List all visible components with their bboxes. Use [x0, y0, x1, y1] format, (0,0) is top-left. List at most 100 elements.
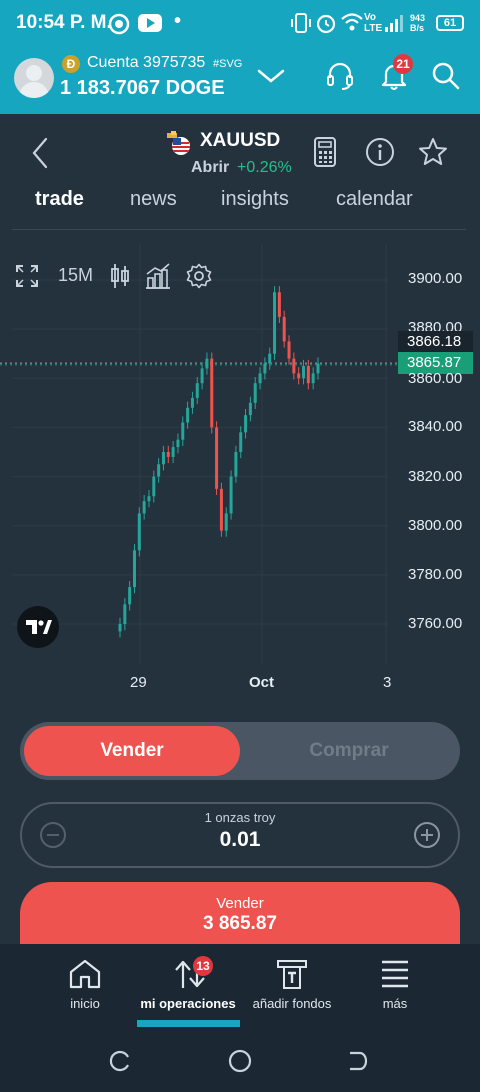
- back-arrow-icon[interactable]: [28, 136, 52, 170]
- star-icon[interactable]: [417, 136, 449, 168]
- candle-body: [229, 476, 233, 514]
- x-tick: 3: [383, 674, 392, 691]
- candle-body: [200, 368, 204, 384]
- active-tab-indicator: [137, 1020, 240, 1027]
- candle-body: [224, 513, 228, 531]
- signal-icon: [385, 15, 403, 32]
- tab-trade[interactable]: trade: [35, 188, 84, 211]
- net-speed-unit: B/s: [410, 23, 425, 33]
- sell-action-button[interactable]: Vender 3 865.87: [20, 882, 460, 944]
- instrument-symbol: XAUUSD: [200, 130, 281, 151]
- nav-mi-operaciones[interactable]: mi operaciones: [130, 996, 246, 1011]
- candle-body: [277, 292, 281, 317]
- candle-body: [132, 550, 136, 588]
- tab-insights[interactable]: insights: [221, 188, 289, 211]
- candle-body: [219, 488, 223, 531]
- timeframe-selector[interactable]: 15M: [58, 265, 93, 286]
- back-icon[interactable]: [346, 1049, 370, 1073]
- menu-icon[interactable]: [380, 958, 410, 990]
- candle-body: [215, 427, 219, 489]
- nav-inicio[interactable]: inicio: [45, 996, 125, 1011]
- candle-body: [171, 447, 175, 457]
- x-tick: 29: [130, 674, 147, 691]
- candle-body: [152, 476, 156, 497]
- account-balance: 1 183.7067 DOGE: [60, 77, 225, 99]
- battery-level: 61: [443, 17, 457, 29]
- signal-type-label: Vo LTE: [364, 12, 383, 34]
- quantity-unit-label: 1 onzas troy: [204, 810, 276, 825]
- candle-body: [297, 373, 301, 379]
- y-tick: 3760.00: [408, 615, 463, 632]
- price-change: +0.26%: [237, 159, 292, 176]
- candle-body: [258, 373, 262, 384]
- buy-tab-button[interactable]: Comprar: [240, 726, 458, 776]
- y-tick: 3840.00: [408, 418, 463, 435]
- home-icon[interactable]: [68, 958, 102, 990]
- avatar[interactable]: [14, 58, 54, 98]
- fullscreen-icon[interactable]: [16, 265, 38, 287]
- candle-body: [248, 402, 252, 416]
- record-icon: [108, 13, 130, 35]
- youtube-icon: [138, 14, 162, 32]
- search-icon[interactable]: [430, 60, 462, 92]
- add-funds-icon[interactable]: [276, 958, 308, 990]
- candle-body: [157, 464, 161, 477]
- candlestick-icon[interactable]: [108, 262, 132, 290]
- chevron-down-icon[interactable]: [256, 66, 286, 86]
- y-tick: 3800.00: [408, 517, 463, 534]
- indicators-icon[interactable]: [144, 262, 172, 290]
- gold-us-flag-icon: [167, 131, 190, 155]
- account-number: Cuenta 3975735: [87, 54, 206, 71]
- instrument-header: XAUUSD Abrir +0.26%: [0, 114, 480, 234]
- candle-body: [166, 452, 170, 457]
- account-bar: Ð Cuenta 3975735 #SVG 1 183.7067 DOGE 21: [0, 46, 480, 114]
- candle-body: [128, 587, 132, 605]
- tradingview-logo-icon: [17, 606, 59, 648]
- battery-icon: 61: [436, 15, 464, 31]
- x-tick: Oct: [249, 674, 275, 691]
- candle-body: [268, 353, 272, 364]
- net-speed-value: 943: [410, 13, 426, 23]
- plus-icon[interactable]: [413, 821, 441, 849]
- y-tick: 3820.00: [408, 468, 463, 485]
- nav-anadir-fondos[interactable]: añadir fondos: [240, 996, 344, 1011]
- net-speed: 943 B/s: [410, 13, 425, 33]
- bid-price-label: 3866.18: [398, 331, 473, 353]
- status-bar: 10:54 P. M. • Vo LTE 943 B/s 61: [0, 0, 480, 46]
- status-time: 10:54 P. M.: [16, 12, 112, 33]
- candle-body: [147, 496, 151, 502]
- tab-news[interactable]: news: [130, 188, 177, 211]
- market-status: Abrir: [191, 159, 230, 176]
- vibrate-icon: [291, 13, 311, 33]
- candle-body: [292, 358, 296, 374]
- candle-body: [311, 373, 315, 384]
- notification-badge: 21: [393, 54, 413, 74]
- settings-gear-icon[interactable]: [186, 263, 212, 289]
- support-headset-icon[interactable]: [324, 60, 356, 92]
- account-tag: #SVG: [213, 58, 243, 70]
- y-tick: 3900.00: [408, 270, 463, 287]
- candle-body: [244, 415, 248, 433]
- quantity-value[interactable]: 0.01: [140, 828, 340, 852]
- sell-tab-button[interactable]: Vender: [24, 726, 240, 776]
- notification-dot-icon: •: [174, 10, 182, 32]
- candle-body: [316, 363, 320, 374]
- candle-body: [181, 422, 185, 440]
- candle-body: [137, 513, 141, 551]
- calculator-icon[interactable]: [313, 136, 339, 168]
- candle-body: [176, 439, 180, 448]
- info-icon[interactable]: [364, 136, 396, 168]
- sell-action-label: Vender: [216, 895, 264, 912]
- tabs-divider: [12, 229, 466, 230]
- home-circle-icon[interactable]: [227, 1048, 253, 1074]
- nav-mas[interactable]: más: [360, 996, 430, 1011]
- candle-body: [161, 452, 165, 465]
- y-tick: 3780.00: [408, 566, 463, 583]
- candle-body: [190, 397, 194, 408]
- tab-calendar[interactable]: calendar: [336, 188, 413, 211]
- minus-icon[interactable]: [39, 821, 67, 849]
- candle-body: [234, 452, 238, 477]
- recents-icon[interactable]: [108, 1049, 132, 1073]
- candle-body: [273, 292, 277, 354]
- candle-body: [118, 624, 122, 632]
